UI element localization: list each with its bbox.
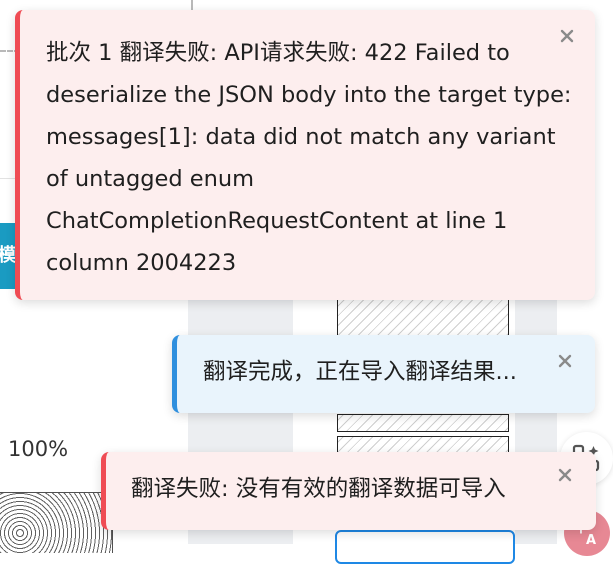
page-thumbnail[interactable] — [337, 414, 509, 432]
selected-page-frame[interactable] — [335, 530, 515, 564]
toast-close-button[interactable] — [557, 467, 575, 485]
zoom-level: 100% — [8, 437, 69, 461]
panel-divider — [0, 178, 16, 179]
close-icon — [560, 29, 574, 43]
svg-text:A: A — [586, 533, 596, 548]
error-toast: 批次 1 翻译失败: API请求失败: 422 Failed to deseri… — [15, 10, 595, 300]
toast-message: 翻译完成，正在导入翻译结果... — [203, 359, 517, 385]
toast-message: 批次 1 翻译失败: API请求失败: 422 Failed to deseri… — [46, 40, 572, 276]
mode-tab-label: 模 — [0, 245, 16, 266]
error-toast: 翻译失败: 没有有效的翻译数据可导入 — [101, 452, 596, 530]
info-toast: 翻译完成，正在导入翻译结果... — [172, 335, 595, 413]
toast-close-button[interactable] — [559, 28, 577, 46]
close-icon — [558, 468, 572, 482]
canvas-guide-vertical — [191, 0, 193, 10]
toast-message: 翻译失败: 没有有效的翻译数据可导入 — [131, 476, 506, 502]
toast-close-button[interactable] — [557, 353, 575, 371]
close-icon — [558, 354, 572, 368]
